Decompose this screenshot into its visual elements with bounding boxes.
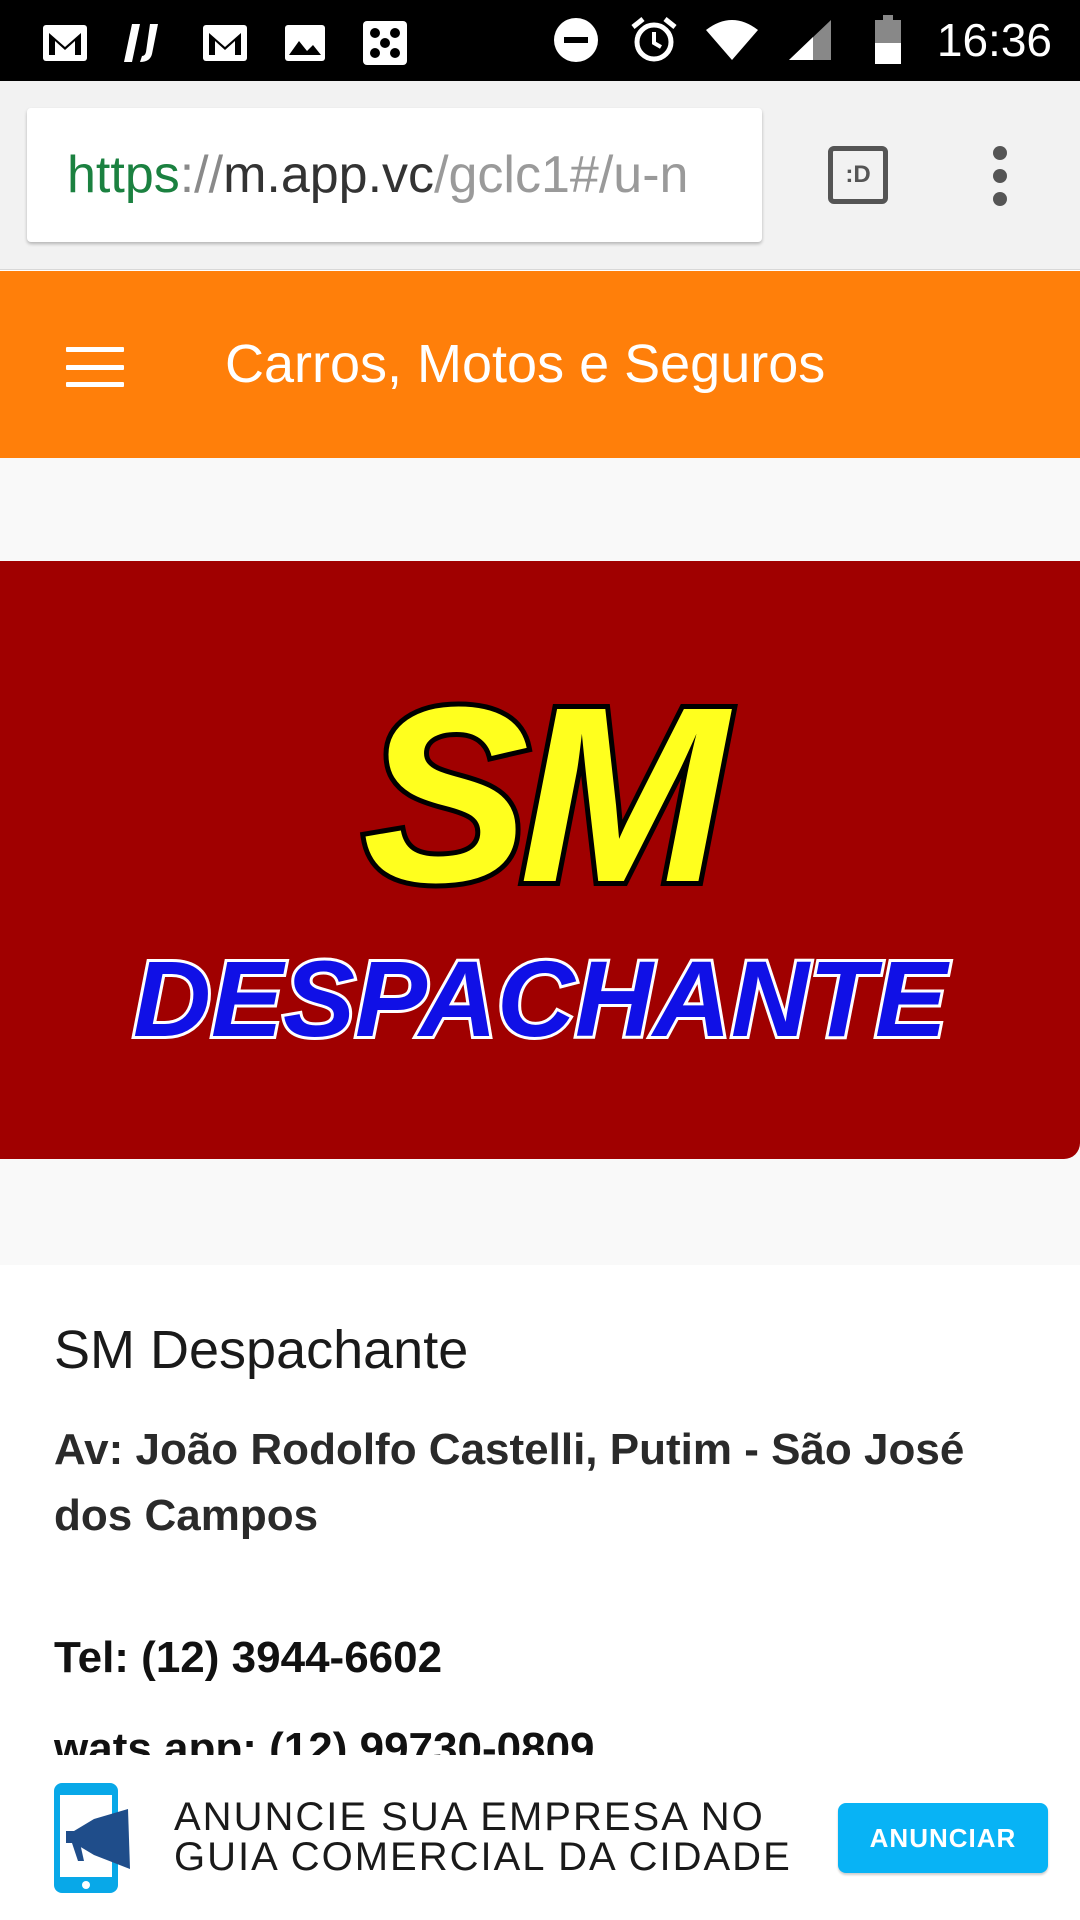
status-bar: 16:36: [0, 0, 1080, 81]
browser-menu-button[interactable]: [985, 146, 1015, 206]
image-icon: [276, 18, 334, 68]
url-host: m.app.vc: [223, 146, 435, 204]
page-title: Carros, Motos e Seguros: [225, 334, 826, 394]
app-header: Carros, Motos e Seguros: [0, 271, 1080, 458]
battery-icon: [859, 15, 917, 65]
business-whatsapp[interactable]: wats app: (12) 99730-0809: [54, 1716, 595, 1755]
ad-line-2: GUIA COMERCIAL DA CIDADE: [174, 1835, 792, 1879]
wifi-icon: [703, 15, 761, 65]
ad-text: ANUNCIE SUA EMPRESA NO GUIA COMERCIAL DA…: [174, 1797, 792, 1877]
ad-banner[interactable]: ANUNCIE SUA EMPRESA NO GUIA COMERCIAL DA…: [0, 1755, 1080, 1920]
clock: 16:36: [936, 14, 1052, 66]
url-bar[interactable]: https://m.app.vc/gclc1#/u-n: [27, 108, 762, 242]
ad-line-1: ANUNCIE SUA EMPRESA NO: [174, 1795, 765, 1839]
business-phone[interactable]: Tel: (12) 3944-6602: [54, 1625, 442, 1691]
do-not-disturb-icon: [547, 15, 605, 65]
business-logo-banner: SM DESPACHANTE: [0, 561, 1080, 1159]
gmail-icon: [36, 18, 94, 68]
url-path: /gclc1#/u-n: [434, 146, 689, 204]
url-separator: ://: [179, 146, 224, 204]
business-logo: SM DESPACHANTE: [130, 650, 953, 1062]
ij-app-icon: [116, 18, 174, 68]
browser-toolbar: https://m.app.vc/gclc1#/u-n :D: [0, 81, 1080, 270]
overflow-menu-icon: [993, 146, 1007, 160]
business-name: SM Despachante: [54, 1320, 469, 1380]
logo-text-despachante: DESPACHANTE: [133, 938, 950, 1059]
cell-signal-icon: [781, 15, 839, 65]
phone-megaphone-icon: [50, 1781, 136, 1897]
tab-switcher-label: :D: [845, 161, 871, 188]
hamburger-menu-icon[interactable]: [66, 347, 124, 387]
logo-text-sm: SM: [363, 655, 733, 934]
advertise-button[interactable]: ANUNCIAR: [838, 1803, 1048, 1873]
alarm-icon: [625, 15, 683, 65]
system-icons: 16:36: [547, 14, 1052, 66]
hero-area: SM DESPACHANTE: [0, 458, 1080, 1265]
business-info: SM Despachante Av: João Rodolfo Castelli…: [0, 1265, 1080, 1755]
business-address: Av: João Rodolfo Castelli, Putim - São J…: [54, 1425, 965, 1540]
tab-switcher-button[interactable]: :D: [828, 146, 888, 204]
gmail-icon: [196, 18, 254, 68]
url-scheme: https: [67, 146, 180, 204]
notification-icons: [36, 18, 414, 68]
puzzle-app-icon: [356, 18, 414, 68]
